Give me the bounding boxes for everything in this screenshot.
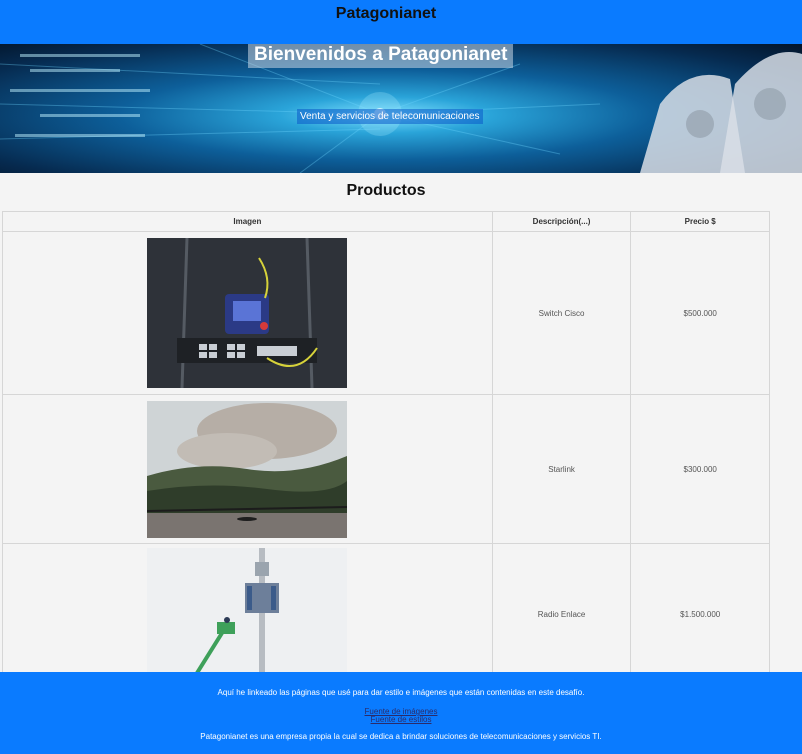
product-image-cell <box>2 231 493 395</box>
hero-title: Bienvenidos a Patagonianet <box>248 44 514 68</box>
product-description: Switch Cisco <box>491 231 632 395</box>
footer-about: Patagonianet es una empresa propia la cu… <box>200 732 602 741</box>
footer-note: Aquí he linkeado las páginas que usé par… <box>217 688 585 697</box>
network-switch-photo <box>147 238 348 388</box>
antenna-tower-photo <box>147 548 348 673</box>
table-header-row: Imagen Descripción(...) Precio $ <box>2 211 770 232</box>
product-price: $500.000 <box>630 231 770 395</box>
forest-landscape-photo <box>147 400 348 538</box>
products-table: Imagen Descripción(...) Precio $ Switch … <box>2 211 770 695</box>
product-image-cell <box>2 394 493 544</box>
hero-subtitle: Venta y servicios de telecomunicaciones <box>297 109 483 124</box>
product-description: Starlink <box>491 394 632 544</box>
style-source-link[interactable]: Fuente de estilos <box>0 715 802 724</box>
site-header: Patagonianet <box>0 0 802 44</box>
column-header-image: Imagen <box>2 211 493 232</box>
product-price: $300.000 <box>630 394 770 544</box>
site-footer: Aquí he linkeado las páginas que usé par… <box>0 672 802 754</box>
table-row: Switch Cisco $500.000 <box>2 231 770 395</box>
hero-banner: Bienvenidos a Patagonianet Venta y servi… <box>0 44 802 173</box>
products-title: Productos <box>346 182 426 199</box>
column-header-price: Precio $ <box>630 211 770 232</box>
table-row: Starlink $300.000 <box>2 394 770 544</box>
site-title: Patagonianet <box>335 5 437 22</box>
column-header-description: Descripción(...) <box>491 211 632 232</box>
